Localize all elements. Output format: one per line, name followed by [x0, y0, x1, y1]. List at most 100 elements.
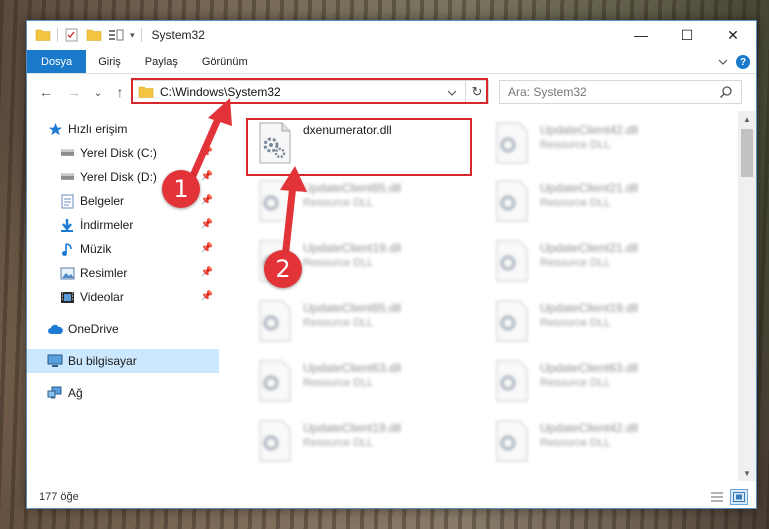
download-icon	[59, 217, 75, 233]
file-type: Resource DLL	[540, 317, 611, 329]
pin-icon[interactable]: 📌	[201, 195, 213, 206]
sidebar-item-label: Müzik	[80, 242, 112, 256]
file-highlight	[246, 118, 472, 176]
file-item[interactable]: UpdateClient19.dll Resource DLL	[485, 295, 705, 347]
window-title: System32	[151, 28, 205, 42]
documents-icon	[59, 193, 75, 209]
tab-share[interactable]: Paylaş	[133, 50, 190, 73]
details-view-icon[interactable]	[708, 489, 726, 505]
pin-icon[interactable]: 📌	[201, 291, 213, 302]
sidebar-item-this-pc[interactable]: Bu bilgisayar	[27, 349, 219, 373]
file-type: Resource DLL	[303, 377, 374, 389]
music-icon	[59, 241, 75, 257]
file-type: Resource DLL	[540, 139, 611, 151]
new-folder-icon[interactable]	[86, 28, 102, 42]
back-button[interactable]: ←	[35, 81, 57, 103]
sidebar-item-label: Belgeler	[80, 194, 125, 208]
file-name: UpdateClient42.dll	[540, 123, 639, 137]
file-type: Resource DLL	[303, 437, 374, 449]
toolbar-divider	[57, 28, 58, 42]
dll-file-icon	[496, 122, 528, 164]
file-item[interactable]: UpdateClient21.dll Resource DLL	[485, 175, 705, 227]
dll-file-icon	[496, 180, 528, 222]
file-item[interactable]: UpdateClient19.dll Resource DLL	[248, 415, 468, 467]
help-button[interactable]: ?	[736, 55, 750, 69]
sidebar-item-label: OneDrive	[68, 322, 119, 336]
pin-icon[interactable]: 📌	[201, 243, 213, 254]
drive-icon	[59, 169, 75, 185]
file-item[interactable]: UpdateClient65.dll Resource DLL	[248, 175, 468, 227]
up-button[interactable]: ↑	[109, 81, 131, 103]
properties-icon[interactable]	[64, 28, 80, 42]
sidebar-item-label: Ağ	[68, 386, 83, 400]
scrollbar-thumb[interactable]	[741, 129, 753, 177]
dll-file-icon	[259, 180, 291, 222]
close-button[interactable]: ✕	[710, 21, 756, 49]
sidebar-item-label: Videolar	[80, 290, 124, 304]
forward-button[interactable]: →	[63, 81, 85, 103]
status-bar: 177 öğe	[27, 485, 756, 509]
file-name: UpdateClient65.dll	[303, 301, 402, 315]
recent-locations-button[interactable]: ⌄	[87, 81, 109, 103]
step-callout-1: 1	[162, 170, 200, 208]
file-item[interactable]: UpdateClient42.dll Resource DLL	[485, 117, 705, 169]
file-name: UpdateClient21.dll	[540, 241, 639, 255]
chevron-down-icon[interactable]	[718, 58, 728, 66]
file-name: UpdateClient63.dll	[303, 361, 402, 375]
item-count: 177 öğe	[39, 491, 79, 503]
file-item[interactable]: UpdateClient42.dll Resource DLL	[485, 415, 705, 467]
sidebar-item-videos[interactable]: Videolar 📌	[27, 285, 219, 309]
dll-file-icon	[259, 360, 291, 402]
search-icon	[719, 86, 732, 99]
window-controls: — ☐ ✕	[618, 21, 756, 49]
scroll-down-icon[interactable]: ▼	[738, 465, 756, 481]
view-switcher	[708, 489, 748, 505]
tab-view[interactable]: Görünüm	[190, 50, 260, 73]
tab-home[interactable]: Giriş	[86, 50, 133, 73]
vertical-scrollbar[interactable]: ▲ ▼	[738, 111, 756, 481]
step-callout-2: 2	[264, 250, 302, 288]
file-item[interactable]: UpdateClient21.dll Resource DLL	[485, 235, 705, 287]
tab-file[interactable]: Dosya	[27, 50, 87, 73]
file-item[interactable]: UpdateClient65.dll Resource DLL	[248, 295, 468, 347]
sidebar-item-local-disk-c[interactable]: Yerel Disk (C:) 📌	[27, 141, 219, 165]
file-name: UpdateClient65.dll	[303, 181, 402, 195]
file-type: Resource DLL	[303, 257, 374, 269]
sidebar-item-pictures[interactable]: Resimler 📌	[27, 261, 219, 285]
address-bar-highlight	[131, 78, 488, 104]
search-input[interactable]: Ara: System32	[499, 80, 742, 104]
file-item[interactable]: UpdateClient63.dll Resource DLL	[485, 355, 705, 407]
file-type: Resource DLL	[540, 377, 611, 389]
customize-toolbar-icon[interactable]: ▾	[130, 30, 135, 41]
file-name: UpdateClient21.dll	[540, 181, 639, 195]
maximize-button[interactable]: ☐	[664, 21, 710, 49]
sidebar-item-quick-access[interactable]: Hızlı erişim	[27, 117, 219, 141]
pin-icon[interactable]: 📌	[201, 147, 213, 158]
sidebar-item-label: Bu bilgisayar	[68, 354, 137, 368]
file-type: Resource DLL	[303, 197, 374, 209]
star-icon	[47, 121, 63, 137]
dll-file-icon	[496, 360, 528, 402]
pin-icon[interactable]: 📌	[201, 171, 213, 182]
sidebar-item-downloads[interactable]: İndirmeler 📌	[27, 213, 219, 237]
file-name: UpdateClient63.dll	[540, 361, 639, 375]
folder-icon	[35, 29, 51, 41]
file-type: Resource DLL	[540, 197, 611, 209]
quick-access-toolbar: ▾	[27, 28, 142, 42]
pin-icon[interactable]: 📌	[201, 219, 213, 230]
cloud-icon	[47, 321, 63, 337]
large-icons-view-icon[interactable]	[730, 489, 748, 505]
file-item[interactable]: UpdateClient63.dll Resource DLL	[248, 355, 468, 407]
pin-icon[interactable]: 📌	[201, 267, 213, 278]
rename-icon[interactable]	[108, 28, 124, 42]
sidebar-item-network[interactable]: Ağ	[27, 381, 219, 405]
network-icon	[47, 385, 63, 401]
dll-file-icon	[496, 240, 528, 282]
sidebar-item-label: Hızlı erişim	[68, 122, 128, 136]
file-explorer-window: ▾ System32 — ☐ ✕ Dosya Giriş Paylaş Görü…	[26, 20, 757, 509]
sidebar-item-music[interactable]: Müzik 📌	[27, 237, 219, 261]
scroll-up-icon[interactable]: ▲	[738, 111, 756, 127]
sidebar-item-onedrive[interactable]: OneDrive	[27, 317, 219, 341]
minimize-button[interactable]: —	[618, 21, 664, 49]
sidebar-item-label: Resimler	[80, 266, 128, 280]
